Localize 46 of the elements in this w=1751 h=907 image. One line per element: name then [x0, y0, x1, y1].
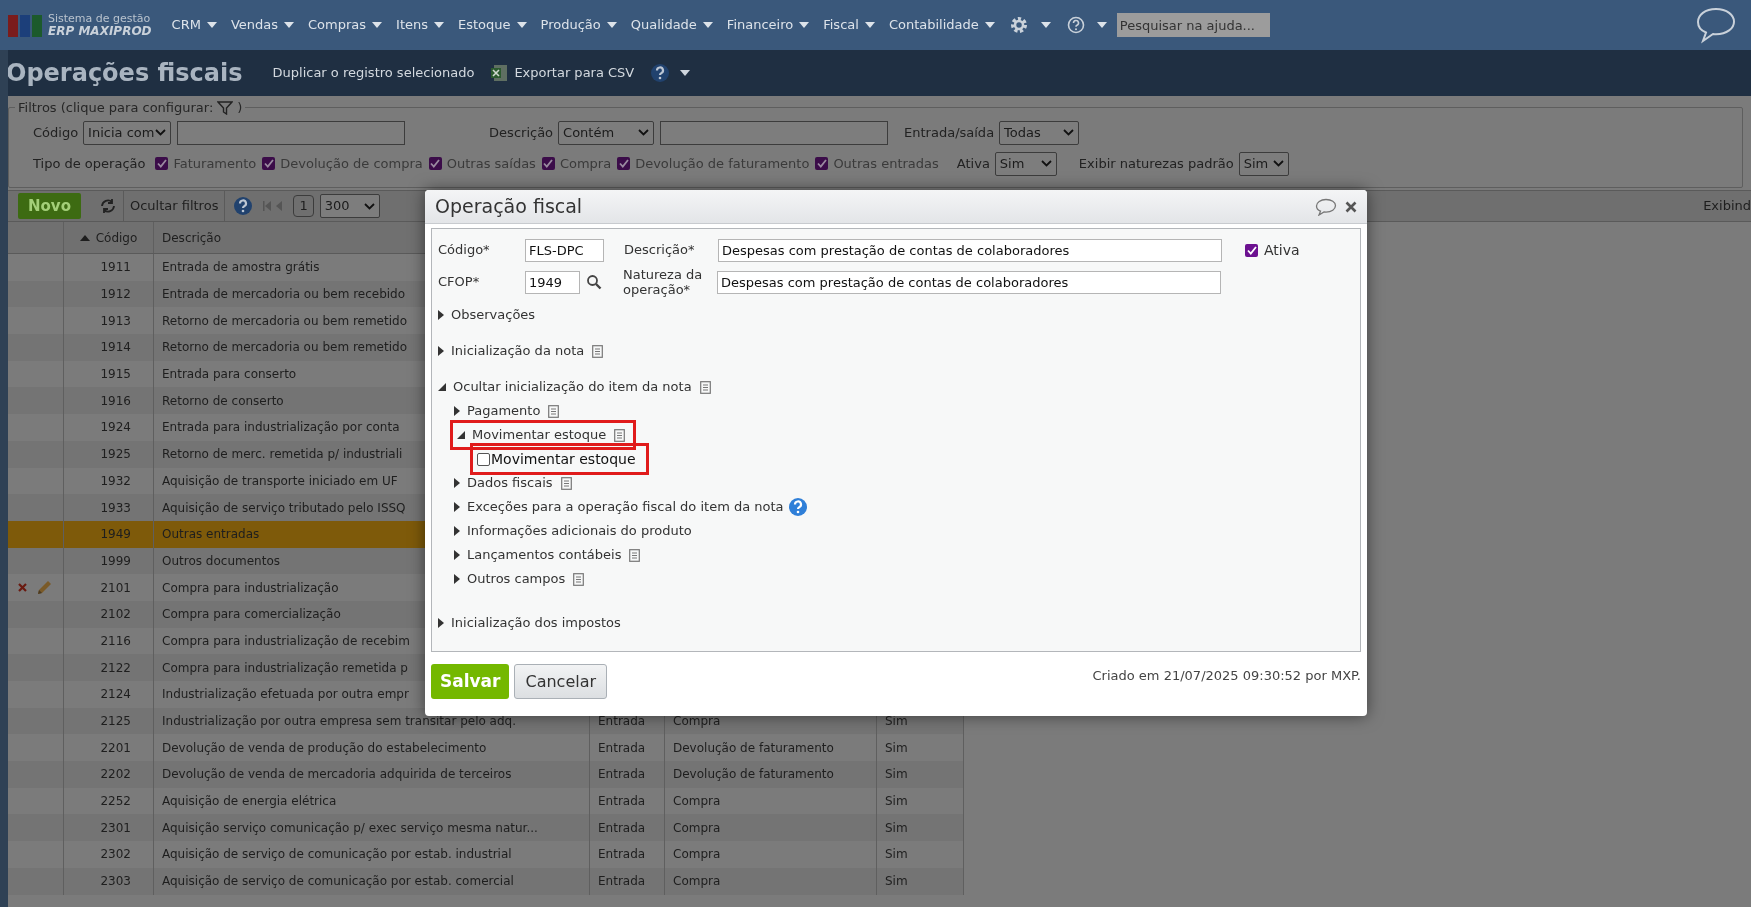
- table-cell: Aquisição de serviço de comunicação por estab. comercial: [154, 867, 590, 895]
- logo-caption: Sistema de gestão: [48, 12, 152, 25]
- table-cell: 1925: [64, 440, 154, 468]
- field-label: Código: [33, 123, 79, 142]
- table-cell: Entrada: [590, 841, 665, 868]
- page-title: Operações fiscais: [6, 58, 243, 89]
- field-label: Ativa: [956, 154, 990, 173]
- checkbox-label: Compra: [559, 154, 612, 173]
- table-cell: 2302: [64, 841, 154, 868]
- table-cell: Devolução de faturamento: [665, 761, 877, 788]
- field-label: Entrada/saída: [904, 123, 995, 142]
- table-cell: 1949: [64, 520, 154, 548]
- table-cell: 2101: [64, 574, 154, 601]
- table-cell: Compra: [665, 867, 877, 895]
- field-label: Descrição: [489, 123, 554, 142]
- table-cell: 1911: [64, 254, 154, 281]
- checkbox-label: Outras entradas: [833, 154, 939, 173]
- table-cell: 1924: [64, 414, 154, 441]
- logo-name: ERP MAXIPROD: [48, 25, 152, 38]
- dialog-title: Operação fiscal: [435, 194, 584, 220]
- filters-legend-end: ): [237, 99, 243, 117]
- table-cell: Sim: [877, 841, 964, 868]
- table-cell: 2202: [64, 761, 154, 788]
- checkbox-label: Ativa: [1264, 240, 1300, 260]
- table-cell: 2124: [64, 681, 154, 708]
- table-cell: Compra: [665, 841, 877, 868]
- field-label: Natureza da operação*: [623, 267, 704, 297]
- field-label: Descrição*: [624, 241, 696, 260]
- record-count-text: Exibind: [1703, 197, 1751, 216]
- table-cell: 1933: [64, 494, 154, 521]
- table-cell: 1914: [64, 334, 154, 361]
- table-cell: Sim: [877, 867, 964, 895]
- table-cell: Aquisição de serviço de comunicação por estab. industrial: [154, 841, 590, 868]
- checkbox-label: Faturamento: [173, 154, 257, 173]
- table-cell: Devolução de venda de mercadoria adquirida de terceiros: [154, 761, 590, 788]
- checkbox-label: Devolução de compra: [280, 154, 423, 173]
- table-cell: Entrada: [590, 761, 665, 788]
- table-cell: 2102: [64, 600, 154, 628]
- field-label: Exibir naturezas padrão: [1078, 154, 1234, 173]
- table-cell: Sim: [877, 761, 964, 788]
- table-cell: Entrada: [590, 867, 665, 895]
- table-cell: 2303: [64, 867, 154, 895]
- field-label: Tipo de operação: [33, 154, 146, 173]
- created-info-text: Criado em 21/07/2025 09:30:52 por MXP.: [1092, 667, 1361, 685]
- checkbox-label: Devolução de faturamento: [635, 154, 810, 173]
- checkbox-label: Outras saídas: [446, 154, 536, 173]
